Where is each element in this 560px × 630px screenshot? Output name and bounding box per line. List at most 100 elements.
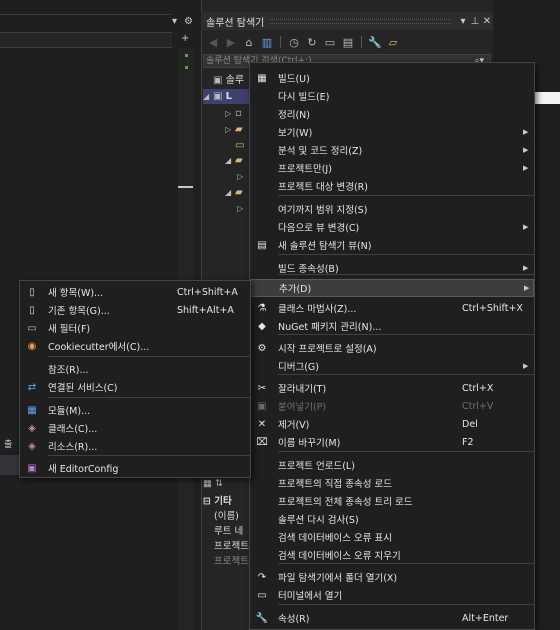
menu-item-5[interactable]: 프로젝트만(J) ▶ xyxy=(250,159,534,177)
menu-item-4[interactable]: 분석 및 코드 정리(Z) ▶ xyxy=(250,141,534,159)
submenu-item-5[interactable]: ⇄ 연결된 서비스(C) xyxy=(20,378,250,396)
tree-item-project[interactable]: ◢ ▣ L xyxy=(203,89,249,104)
sync-view-icon[interactable]: ▥ xyxy=(260,35,274,49)
collapsed-arrow-icon[interactable]: ▷ xyxy=(237,201,247,216)
menu-item-label: 잘라내기(T) xyxy=(278,384,327,395)
menu-item-3[interactable]: 보기(W) ▶ xyxy=(250,123,534,141)
tree-item-folder[interactable]: ▷ ▰ xyxy=(225,122,243,137)
properties-category-label: 기타 xyxy=(214,496,232,507)
menu-item-28[interactable]: 🔧 속성(R) Alt+Enter xyxy=(250,609,534,627)
preview-icon[interactable]: ▱ xyxy=(386,35,400,49)
dropdown-chevron-icon[interactable]: ▾ xyxy=(172,16,177,27)
properties-wrench-icon[interactable]: 🔧 xyxy=(368,35,382,49)
submenu-item-4[interactable]: 참조(R)... xyxy=(20,360,250,378)
tree-item-file[interactable]: ▭ xyxy=(235,138,244,153)
submenu-item-1[interactable]: ▯ 기존 항목(G)... Shift+Alt+A xyxy=(20,301,250,319)
class-icon: ◈ xyxy=(28,422,36,434)
tree-item-folder[interactable]: ◢ ▰ xyxy=(225,153,243,168)
submenu-item-shortcut: Ctrl+Shift+A xyxy=(177,286,238,298)
back-icon[interactable]: ◀ xyxy=(206,35,220,49)
menu-item-24[interactable]: 검색 데이터베이스 오류 표시 xyxy=(250,528,534,546)
tree-item-folder[interactable]: ◢ ▰ xyxy=(225,185,243,200)
menu-item-0[interactable]: ▦ 빌드(U) xyxy=(250,69,534,87)
menu-separator xyxy=(278,254,534,255)
menu-item-label: 검색 데이터베이스 오류 지우기 xyxy=(278,551,401,562)
menu-item-12[interactable]: ⚗ 클래스 마법사(Z)... Ctrl+Shift+X xyxy=(250,299,534,317)
menu-item-6[interactable]: 프로젝트 대상 변경(R) xyxy=(250,177,534,195)
menu-item-14[interactable]: ⚙ 시작 프로젝트로 설정(A) xyxy=(250,339,534,357)
menu-item-18[interactable]: ✕ 제거(V) Del xyxy=(250,415,534,433)
menu-item-19[interactable]: ⌧ 이름 바꾸기(M) F2 xyxy=(250,433,534,451)
menu-item-9[interactable]: ▤ 새 솔루션 탐색기 뷰(N) xyxy=(250,236,534,254)
menu-separator xyxy=(278,274,534,275)
menu-item-8[interactable]: 다음으로 뷰 변경(C) ▶ xyxy=(250,218,534,236)
menu-item-label: 클래스 마법사(Z)... xyxy=(278,304,357,315)
tree-item-references[interactable]: ▷ ▫ xyxy=(225,106,242,121)
split-add-icon[interactable]: + xyxy=(181,33,189,44)
menu-item-27[interactable]: ▭ 터미널에서 열기 xyxy=(250,586,534,604)
settings-gear-icon[interactable]: ⚙ xyxy=(184,16,193,27)
scrollbar-marker xyxy=(185,66,188,69)
refresh-icon[interactable]: ↻ xyxy=(305,35,319,49)
collapsed-arrow-icon[interactable]: ▷ xyxy=(225,106,235,121)
property-row[interactable]: (이름) xyxy=(214,508,239,522)
expanded-arrow-icon[interactable]: ◢ xyxy=(225,185,235,200)
module-icon: ▦ xyxy=(27,404,37,416)
forward-icon[interactable]: ▶ xyxy=(224,35,238,49)
folder-icon: ▰ xyxy=(235,155,243,166)
property-row[interactable]: 루트 네 xyxy=(214,523,243,537)
folder-icon: ▰ xyxy=(235,187,243,198)
pin-icon[interactable]: ⊥ xyxy=(469,16,481,27)
project-context-menu: ▦ 빌드(U) 다시 빌드(E) 정리(N) 보기(W) ▶ 분석 및 코드 정리(Z) ▶ 프… xyxy=(249,62,535,630)
history-icon[interactable]: ◷ xyxy=(287,35,301,49)
submenu-arrow-icon: ▶ xyxy=(523,362,529,370)
menu-item-label: 정리(N) xyxy=(278,110,310,121)
property-row[interactable]: 프로젝트 xyxy=(214,553,249,567)
menu-item-11[interactable]: 추가(D) ▶ xyxy=(250,279,534,297)
menu-item-23[interactable]: 솔루션 다시 검사(S) xyxy=(250,510,534,528)
home-icon[interactable]: ⌂ xyxy=(242,35,256,49)
collapsed-arrow-icon[interactable]: ▷ xyxy=(225,122,235,137)
expanded-arrow-icon[interactable]: ◢ xyxy=(225,153,235,168)
menu-item-15[interactable]: 디버그(G) ▶ xyxy=(250,357,534,375)
toolbar-divider xyxy=(361,36,362,48)
submenu-item-8[interactable]: ◈ 리소스(R)... xyxy=(20,437,250,455)
menu-item-17[interactable]: ▣ 붙여넣기(P) Ctrl+V xyxy=(250,397,534,415)
menu-item-7[interactable]: 여기까지 범위 지정(S) xyxy=(250,200,534,218)
close-icon[interactable]: ✕ xyxy=(481,16,493,27)
show-all-files-icon[interactable]: ▤ xyxy=(341,35,355,49)
property-row[interactable]: 프로젝트 xyxy=(214,538,249,552)
scrollbar-thumb[interactable] xyxy=(178,186,193,188)
tree-item-subfolder[interactable]: ▷ xyxy=(237,169,247,184)
collapsed-arrow-icon[interactable]: ▷ xyxy=(237,169,247,184)
menu-item-26[interactable]: ↷ 파일 탐색기에서 폴더 열기(X) xyxy=(250,568,534,586)
menu-item-1[interactable]: 다시 빌드(E) xyxy=(250,87,534,105)
menu-item-16[interactable]: ✂ 잘라내기(T) Ctrl+X xyxy=(250,379,534,397)
menu-item-22[interactable]: 프로젝트의 전체 종속성 트리 로드 xyxy=(250,492,534,510)
gear-icon: ⚙ xyxy=(257,342,267,354)
submenu-item-6[interactable]: ▦ 모듈(M)... xyxy=(20,401,250,419)
submenu-item-9[interactable]: ▣ 새 EditorConfig xyxy=(20,459,250,477)
window-menu-chevron-icon[interactable]: ▾ xyxy=(457,16,469,27)
menu-item-21[interactable]: 프로젝트의 직접 종속성 로드 xyxy=(250,474,534,492)
submenu-item-7[interactable]: ◈ 클래스(C)... xyxy=(20,419,250,437)
tree-item-subfolder[interactable]: ▷ xyxy=(237,201,247,216)
tree-item-solution[interactable]: ▣ 솔루 xyxy=(203,73,244,88)
submenu-arrow-icon: ▶ xyxy=(523,146,529,154)
properties-category[interactable]: ⊟ 기타 xyxy=(203,493,232,507)
output-panel-label: 출 xyxy=(4,440,13,450)
submenu-item-label: 연결된 서비스(C) xyxy=(48,383,118,394)
submenu-item-0[interactable]: ▯ 새 항목(W)... Ctrl+Shift+A xyxy=(20,283,250,301)
expanded-arrow-icon[interactable]: ◢ xyxy=(203,89,213,104)
nuget-icon: ◆ xyxy=(258,320,266,332)
submenu-item-2[interactable]: ▭ 새 필터(F) xyxy=(20,319,250,337)
editor-navigation-bar[interactable] xyxy=(0,32,172,48)
menu-item-2[interactable]: 정리(N) xyxy=(250,105,534,123)
menu-item-13[interactable]: ◆ NuGet 패키지 관리(N)... xyxy=(250,317,534,335)
submenu-item-3[interactable]: ◉ Cookiecutter에서(C)... xyxy=(20,337,250,355)
menu-item-25[interactable]: 검색 데이터베이스 오류 지우기 xyxy=(250,546,534,564)
existing-item-icon: ▯ xyxy=(29,304,35,316)
collapse-all-icon[interactable]: ▭ xyxy=(323,35,337,49)
menu-item-20[interactable]: 프로젝트 언로드(L) xyxy=(250,456,534,474)
submenu-item-label: 새 필터(F) xyxy=(48,324,91,335)
